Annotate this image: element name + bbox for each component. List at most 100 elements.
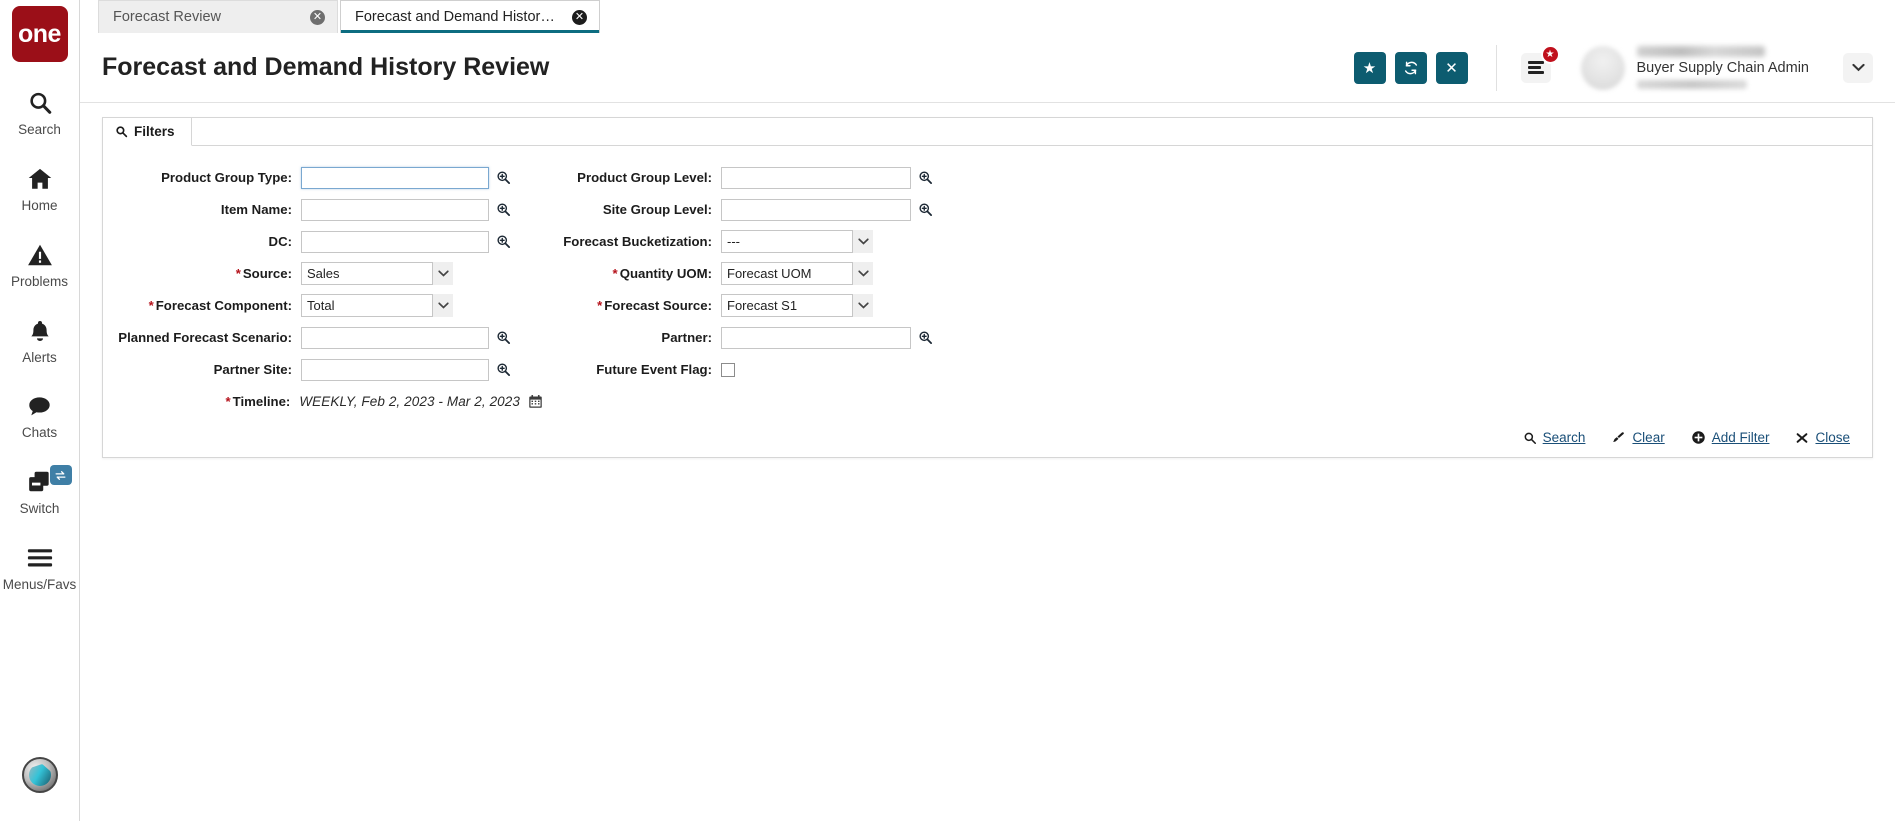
user-name-redacted xyxy=(1636,46,1765,58)
quantity-uom-select-wrapper: Forecast UOM xyxy=(721,262,873,285)
warning-triangle-icon xyxy=(27,240,53,270)
dc-input[interactable] xyxy=(301,230,489,253)
bell-icon xyxy=(28,316,52,346)
forecast-bucketization-select-value: --- xyxy=(727,234,740,249)
sidebar-item-chats[interactable]: Chats xyxy=(0,391,80,441)
search-icon xyxy=(1523,431,1537,445)
forecast-bucketization-select-wrapper: --- xyxy=(721,230,873,253)
lookup-search-icon[interactable] xyxy=(496,170,511,185)
lookup-search-icon[interactable] xyxy=(496,234,511,249)
refresh-icon xyxy=(1403,60,1419,76)
clear-link-label: Clear xyxy=(1632,430,1665,445)
page-content: Filters Product Group Type: Item Name: D… xyxy=(80,103,1895,458)
field-row-partner: Partner: xyxy=(543,322,983,353)
lookup-search-icon[interactable] xyxy=(496,330,511,345)
lookup-search-icon[interactable] xyxy=(918,202,933,217)
user-profile-block[interactable]: Buyer Supply Chain Admin xyxy=(1580,45,1809,90)
field-row-site-group-level: Site Group Level: xyxy=(543,194,983,225)
search-link[interactable]: Search xyxy=(1523,430,1585,445)
forecast-source-select-value: Forecast S1 xyxy=(727,298,798,313)
field-label: * Source: xyxy=(103,266,301,281)
field-row-forecast-component: * Forecast Component: Total xyxy=(103,290,543,321)
assistant-launcher[interactable] xyxy=(0,757,80,793)
field-label: Partner Site: xyxy=(213,362,292,377)
workspace-tab-forecast-and-demand-history-review[interactable]: Forecast and Demand History Re... ✕ xyxy=(340,0,600,33)
site-group-level-input[interactable] xyxy=(721,198,911,221)
transfer-arrows-icon[interactable] xyxy=(49,465,72,486)
tab-close-icon[interactable]: ✕ xyxy=(310,9,325,25)
sidebar-item-label: Alerts xyxy=(22,349,57,365)
field-row-product-group-level: Product Group Level: xyxy=(543,162,983,193)
partner-site-input[interactable] xyxy=(301,358,489,381)
forecast-bucketization-select[interactable]: --- xyxy=(721,230,873,253)
sidebar-item-search[interactable]: Search xyxy=(0,88,80,138)
field-label: Forecast Bucketization: xyxy=(563,234,712,249)
item-name-input[interactable] xyxy=(301,198,489,221)
quantity-uom-select[interactable]: Forecast UOM xyxy=(721,262,873,285)
forecast-component-select-value: Total xyxy=(307,298,335,313)
lookup-search-icon[interactable] xyxy=(918,330,933,345)
user-menu-chevron-down-icon[interactable] xyxy=(1843,52,1873,83)
forecast-source-select-wrapper: Forecast S1 xyxy=(721,294,873,317)
close-x-icon xyxy=(1795,431,1809,445)
field-label: * Forecast Source: xyxy=(543,298,721,313)
required-marker: * xyxy=(235,266,241,281)
lookup-search-icon[interactable] xyxy=(496,362,511,377)
future-event-flag-checkbox[interactable] xyxy=(721,362,735,377)
context-menu-button[interactable]: ★ xyxy=(1520,44,1560,83)
field-label: * Timeline: xyxy=(103,394,299,409)
field-row-product-group-type: Product Group Type: xyxy=(103,162,543,193)
refresh-button[interactable] xyxy=(1394,51,1427,84)
clear-link[interactable]: Clear xyxy=(1611,430,1665,445)
required-marker: * xyxy=(148,298,154,313)
favorite-button[interactable]: ★ xyxy=(1353,51,1386,84)
close-link[interactable]: Close xyxy=(1795,430,1850,445)
field-label-text: Forecast Component: xyxy=(155,298,292,313)
search-icon xyxy=(27,88,53,118)
filters-right-column: Product Group Level: Site Group Level: F… xyxy=(543,162,983,418)
required-marker: * xyxy=(225,394,231,409)
calendar-icon[interactable] xyxy=(528,394,543,409)
field-label-text: Timeline: xyxy=(232,394,291,409)
close-icon: ✕ xyxy=(1445,59,1458,77)
left-navigation-rail: one Search Home Problems Alerts Chats Sw… xyxy=(0,0,80,821)
avatar xyxy=(1580,45,1625,90)
hamburger-icon xyxy=(26,543,54,573)
field-row-forecast-bucketization: Forecast Bucketization: --- xyxy=(543,226,983,257)
close-page-button[interactable]: ✕ xyxy=(1435,51,1468,84)
product-group-level-input[interactable] xyxy=(721,166,911,189)
source-select[interactable]: Sales xyxy=(301,262,453,285)
partner-input[interactable] xyxy=(721,326,911,349)
required-marker: * xyxy=(612,266,618,281)
field-label: Future Event Flag: xyxy=(596,362,712,377)
one-network-logo[interactable]: one xyxy=(11,6,68,62)
add-filter-link[interactable]: Add Filter xyxy=(1691,430,1769,445)
assistant-avatar-icon[interactable] xyxy=(22,757,58,793)
tab-filters[interactable]: Filters xyxy=(103,118,192,146)
tab-label: Forecast Review xyxy=(113,9,221,25)
timeline-value[interactable]: WEEKLY, Feb 2, 2023 - Mar 2, 2023 xyxy=(299,394,520,409)
sidebar-item-alerts[interactable]: Alerts xyxy=(0,316,80,366)
sidebar-item-switch[interactable]: Switch xyxy=(0,465,80,517)
product-group-type-input[interactable] xyxy=(301,166,489,189)
forecast-component-select-wrapper: Total xyxy=(301,294,453,317)
sidebar-item-problems[interactable]: Problems xyxy=(0,240,80,290)
field-label: * Quantity UOM: xyxy=(543,266,721,281)
filters-form: Product Group Type: Item Name: DC: * Sou… xyxy=(103,146,1872,418)
sidebar-item-home[interactable]: Home xyxy=(0,164,80,214)
forecast-source-select[interactable]: Forecast S1 xyxy=(721,294,873,317)
tab-label: Forecast and Demand History Re... xyxy=(355,9,562,25)
home-icon xyxy=(26,164,54,194)
tab-close-icon[interactable]: ✕ xyxy=(572,9,587,25)
field-label: Site Group Level: xyxy=(602,202,712,217)
field-row-source: * Source: Sales xyxy=(103,258,543,289)
workspace-tab-forecast-review[interactable]: Forecast Review ✕ xyxy=(98,0,338,33)
lookup-search-icon[interactable] xyxy=(496,202,511,217)
panel-tab-bar: Filters xyxy=(103,118,1872,146)
planned-forecast-scenario-input[interactable] xyxy=(301,326,489,349)
menu-lines-icon xyxy=(1527,58,1544,76)
lookup-search-icon[interactable] xyxy=(918,170,933,185)
sidebar-item-menus-favs[interactable]: Menus/Favs xyxy=(0,543,80,593)
forecast-component-select[interactable]: Total xyxy=(301,294,453,317)
field-row-item-name: Item Name: xyxy=(103,194,543,225)
